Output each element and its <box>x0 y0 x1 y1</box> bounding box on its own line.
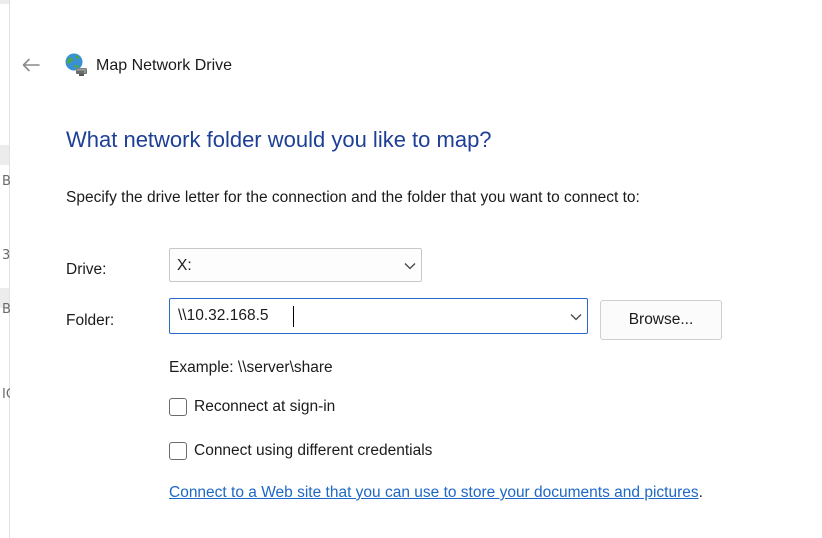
web-site-link[interactable]: Connect to a Web site that you can use t… <box>169 484 699 501</box>
instruction-text: Specify the drive letter for the connect… <box>66 189 640 206</box>
background-text: IC <box>2 387 10 402</box>
background-strip <box>0 0 9 4</box>
folder-input[interactable] <box>178 305 548 327</box>
folder-combobox[interactable] <box>169 298 588 334</box>
text-cursor <box>293 306 294 327</box>
drive-label: Drive: <box>66 261 107 278</box>
background-text: 32 <box>2 248 10 263</box>
different-credentials-checkbox[interactable] <box>169 442 187 460</box>
chevron-down-icon[interactable] <box>570 313 582 321</box>
background-window-edge: B 32 B IC <box>0 0 10 538</box>
different-credentials-label[interactable]: Connect using different credentials <box>194 442 432 460</box>
folder-label: Folder: <box>66 312 115 329</box>
reconnect-checkbox[interactable] <box>169 398 187 416</box>
background-strip <box>0 145 9 165</box>
drive-letter-select[interactable]: X: <box>169 248 422 282</box>
credentials-checkbox-row[interactable]: Connect using different credentials <box>169 440 432 462</box>
web-site-link-line: Connect to a Web site that you can use t… <box>169 484 703 502</box>
back-button[interactable] <box>19 53 43 77</box>
reconnect-label[interactable]: Reconnect at sign-in <box>194 398 335 416</box>
drive-letter-value: X: <box>177 257 192 274</box>
page-heading: What network folder would you like to ma… <box>66 127 492 152</box>
network-drive-icon <box>65 53 87 76</box>
reconnect-checkbox-row[interactable]: Reconnect at sign-in <box>169 396 335 418</box>
link-period: . <box>698 484 703 501</box>
window-title: Map Network Drive <box>96 57 233 74</box>
background-text: B <box>2 174 10 189</box>
example-text: Example: \\server\share <box>169 359 333 376</box>
background-text: B <box>2 302 10 317</box>
browse-button[interactable]: Browse... <box>600 300 722 340</box>
chevron-down-icon <box>404 263 416 270</box>
back-arrow-icon <box>22 58 40 72</box>
